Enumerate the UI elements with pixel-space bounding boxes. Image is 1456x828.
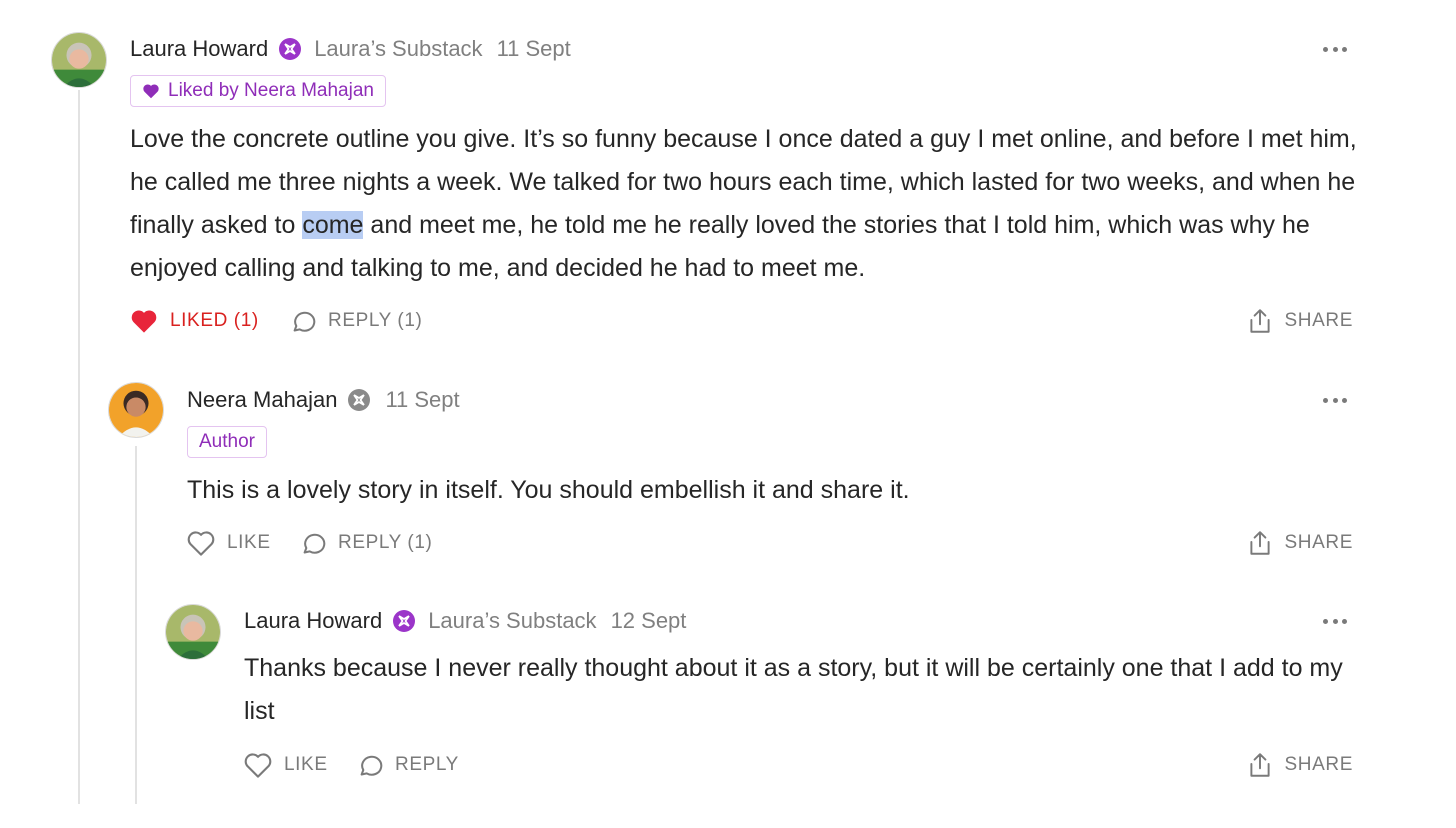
comment-body: Thanks because I never really thought ab…: [244, 654, 1343, 725]
heart-outline-icon: [244, 753, 272, 778]
thread-line: [135, 446, 137, 804]
author-name[interactable]: Laura Howard: [244, 608, 382, 634]
avatar[interactable]: [108, 382, 164, 438]
comment-date[interactable]: 11 Sept: [385, 387, 459, 413]
share-button[interactable]: SHARE: [1247, 528, 1353, 558]
share-button[interactable]: SHARE: [1247, 306, 1353, 336]
thread-line: [78, 90, 80, 804]
heart-icon: [143, 84, 159, 99]
reply-label: REPLY (1): [338, 532, 433, 553]
like-button[interactable]: LIKED (1): [130, 306, 259, 336]
avatar-neera-mahajan-icon: [109, 383, 163, 437]
comment-header: Neera Mahajan 11 Sept: [187, 387, 460, 413]
heart-filled-icon: [131, 310, 157, 333]
more-options-icon[interactable]: [1323, 45, 1347, 53]
reply-bubble-icon: [293, 311, 316, 332]
reply-button[interactable]: REPLY: [356, 750, 459, 780]
reply-button[interactable]: REPLY (1): [289, 306, 422, 336]
comment-actions: LIKE REPLY (1) SHARE: [187, 528, 1353, 558]
comment-date[interactable]: 11 Sept: [497, 36, 571, 62]
more-options-icon[interactable]: [1323, 617, 1347, 625]
avatar-laura-howard-icon: [166, 605, 220, 659]
reply-label: REPLY: [395, 754, 459, 775]
more-options-icon[interactable]: [1323, 396, 1347, 404]
comment-date[interactable]: 12 Sept: [611, 608, 687, 634]
share-label: SHARE: [1284, 310, 1353, 331]
reply-bubble-icon: [303, 533, 326, 554]
like-label: LIKE: [227, 532, 271, 553]
comment-header: Laura Howard Laura’s Substack 12 Sept: [244, 608, 686, 634]
avatar-laura-howard-icon: [52, 33, 106, 87]
liked-by-tag: Liked by Neera Mahajan: [130, 75, 386, 107]
avatar[interactable]: [165, 604, 221, 660]
liked-by-label: Liked by Neera Mahajan: [168, 80, 374, 101]
heart-outline-icon: [187, 531, 215, 556]
comment-actions: LIKED (1) REPLY (1) SHARE: [130, 306, 1353, 336]
author-name[interactable]: Laura Howard: [130, 36, 268, 62]
like-label: LIKE: [284, 754, 328, 775]
author-tag-label: Author: [199, 431, 255, 452]
comment-body: This is a lovely story in itself. You sh…: [187, 476, 910, 504]
share-icon: [1249, 309, 1270, 333]
share-icon: [1249, 753, 1270, 777]
author-name[interactable]: Neera Mahajan: [187, 387, 337, 413]
comment-header: Laura Howard Laura’s Substack 11 Sept: [130, 36, 571, 62]
selected-text: come: [302, 211, 364, 239]
share-icon: [1249, 531, 1270, 555]
like-button[interactable]: LIKE: [244, 750, 328, 780]
like-label: LIKED (1): [170, 310, 259, 331]
substack-badge-icon: [393, 610, 416, 632]
publication-name[interactable]: Laura’s Substack: [314, 36, 482, 62]
comment-body: Love the concrete outline you give. It’s…: [130, 118, 1362, 290]
publication-name[interactable]: Laura’s Substack: [428, 608, 596, 634]
substack-badge-icon: [279, 38, 302, 60]
share-label: SHARE: [1284, 754, 1353, 775]
reply-bubble-icon: [360, 755, 383, 776]
comment-actions: LIKE REPLY SHARE: [244, 750, 1353, 780]
reply-button[interactable]: REPLY (1): [299, 528, 432, 558]
author-tag: Author: [187, 426, 267, 458]
like-button[interactable]: LIKE: [187, 528, 271, 558]
share-button[interactable]: SHARE: [1247, 750, 1353, 780]
share-label: SHARE: [1284, 532, 1353, 553]
avatar[interactable]: [51, 32, 107, 88]
reply-label: REPLY (1): [328, 310, 423, 331]
substack-badge-icon: [348, 389, 371, 411]
